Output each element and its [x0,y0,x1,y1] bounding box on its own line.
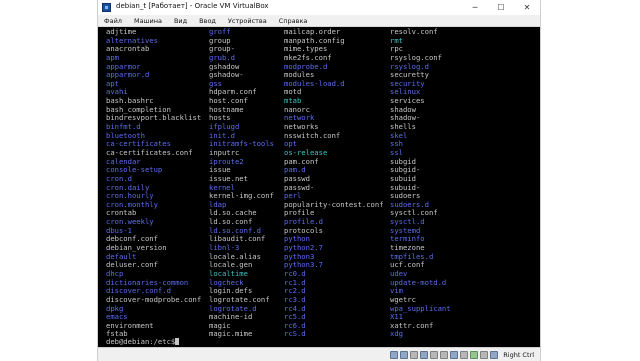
recording-icon[interactable] [460,350,469,359]
menu-input[interactable]: Ввод [193,17,222,25]
optical-icon[interactable] [400,350,409,359]
window-title: debian_t [Работает] - Oracle VM VirtualB… [116,2,269,10]
window-controls: ─ ☐ ✕ [462,0,540,15]
status-bar: Right Ctrl [98,347,540,361]
network-icon[interactable] [420,350,429,359]
directory-entry: xdg [390,329,403,339]
display-icon[interactable] [450,350,459,359]
cpu-icon [470,350,479,359]
close-button[interactable]: ✕ [514,0,540,15]
directory-entry: rcS.d [284,329,306,339]
virtualbox-window: debian_t [Работает] - Oracle VM VirtualB… [98,0,540,361]
usb-icon[interactable] [430,350,439,359]
menu-devices[interactable]: Устройства [222,17,273,25]
file-entry: magic.mime [209,329,253,339]
menu-bar: Файл Машина Вид Ввод Устройства Справка [98,15,540,27]
audio-icon[interactable] [410,350,419,359]
listing-column-3: mailcap.order manpath.config mime.types mke… [284,27,384,339]
listing-column-4: resolv.conf rmt rpc rsyslog.conf rsyslog.d se… [390,27,451,339]
hdd-icon[interactable] [390,350,399,359]
shell-prompt[interactable]: deb@debian:/etc$ [106,337,180,346]
listing-column-1: adjtime alternatives anacrontab apm apparmor… [106,27,201,339]
text-cursor [175,338,180,345]
mouse-icon[interactable] [480,350,489,359]
menu-machine[interactable]: Машина [128,17,168,25]
virtualbox-app-icon [102,3,111,12]
menu-file[interactable]: Файл [98,17,128,25]
host-key-label: Right Ctrl [503,350,534,359]
title-bar[interactable]: debian_t [Работает] - Oracle VM VirtualB… [98,0,540,16]
menu-view[interactable]: Вид [168,17,193,25]
menu-help[interactable]: Справка [273,17,314,25]
keyboard-icon[interactable] [490,350,499,359]
maximize-button[interactable]: ☐ [488,0,514,15]
file-entry: anacrontab [106,44,150,54]
minimize-button[interactable]: ─ [462,0,488,15]
file-entry: nsswitch.conf [284,130,341,140]
listing-column-2: groff group group-grub.d gshadow gshadow-gss… [209,27,274,339]
vm-terminal-screen[interactable]: adjtime alternatives anacrontab apm apparmor… [98,27,540,347]
shared-folder-icon[interactable] [440,350,449,359]
prompt-text: deb@debian:/etc$ [106,337,176,346]
directory-entry: apparmor.d [106,70,150,80]
